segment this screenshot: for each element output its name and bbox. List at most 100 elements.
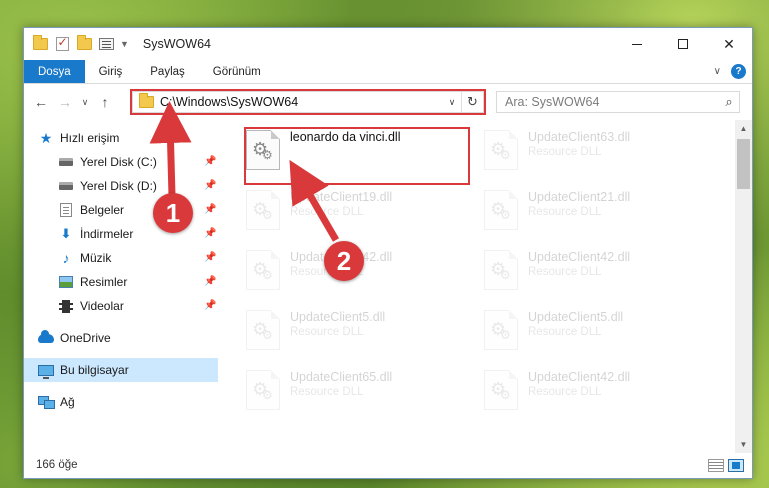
back-button[interactable]: ← bbox=[30, 91, 52, 113]
star-icon: ★ bbox=[39, 129, 53, 146]
address-dropdown-icon[interactable]: ∨ bbox=[443, 97, 461, 108]
sidebar-item-music[interactable]: ♪ Müzik 📌 bbox=[24, 246, 218, 270]
file-item[interactable]: ⚙⚙ UpdateClient42.dll Resource DLL bbox=[480, 366, 710, 414]
download-icon: ⬇ bbox=[60, 226, 72, 241]
file-item[interactable]: ⚙ ⚙ UpdateClient5.dll Resource DLL bbox=[242, 306, 442, 354]
video-icon bbox=[58, 298, 74, 314]
tab-view[interactable]: Görünüm bbox=[199, 60, 275, 83]
file-name: UpdateClient42.dll bbox=[528, 250, 631, 264]
file-item[interactable]: ⚙ ⚙ UpdateClient5.dll Resource DLL bbox=[480, 306, 710, 354]
address-folder-icon bbox=[139, 93, 154, 111]
file-name: UpdateClient5.dll bbox=[290, 310, 386, 324]
pin-icon: 📌 bbox=[204, 156, 217, 167]
close-button[interactable]: ✕ bbox=[706, 28, 752, 60]
large-icons-view-icon[interactable] bbox=[728, 459, 744, 472]
dll-file-icon: ⚙ ⚙ bbox=[484, 370, 518, 410]
recent-locations-chevron-icon[interactable]: ∨ bbox=[78, 91, 92, 113]
main-area: ★ Hızlı erişim Yerel Disk (C:) 📌 Yerel D… bbox=[24, 120, 752, 453]
file-name: leonardo da vinci.dll bbox=[290, 130, 401, 144]
step-badge-2: 2 bbox=[324, 241, 364, 281]
address-bar[interactable]: C:\Windows\SysWOW64 ∨ ↻ bbox=[132, 91, 484, 113]
quick-access-toolbar: ▼ bbox=[24, 35, 129, 52]
vertical-scrollbar[interactable]: ▲ ▼ bbox=[735, 120, 752, 453]
dll-file-icon: ⚙ ⚙ bbox=[246, 190, 280, 230]
sidebar-item-label: Ağ bbox=[60, 395, 75, 409]
window-title: SysWOW64 bbox=[142, 37, 211, 51]
file-item[interactable]: ⚙ ⚙ UpdateClient65.dll Resource DLL bbox=[242, 366, 442, 414]
file-name: UpdateClient19.dll bbox=[290, 190, 393, 204]
dll-file-icon: ⚙ ⚙ bbox=[484, 190, 518, 230]
cloud-icon bbox=[38, 329, 54, 346]
dll-file-icon: ⚙ ⚙ bbox=[246, 130, 280, 170]
file-type: Resource DLL bbox=[528, 326, 602, 338]
search-icon[interactable]: ⌕ bbox=[719, 94, 739, 110]
file-type: Resource DLL bbox=[528, 206, 602, 218]
expand-ribbon-chevron-icon[interactable]: ∨ bbox=[714, 66, 721, 77]
sidebar-item-label: Belgeler bbox=[80, 203, 125, 217]
ribbon-tabs: Dosya Giriş Paylaş Görünüm ∨ ? bbox=[24, 60, 752, 84]
maximize-button[interactable] bbox=[660, 28, 706, 60]
up-button[interactable]: ↑ bbox=[94, 91, 116, 113]
title-bar: ▼ SysWOW64 ✕ bbox=[24, 28, 752, 60]
file-item-highlighted[interactable]: ⚙ ⚙ leonardo da vinci.dll bbox=[242, 126, 442, 174]
scroll-down-icon[interactable]: ▼ bbox=[735, 436, 752, 453]
file-item[interactable]: ⚙ ⚙ UpdateClient21.dll Resource DLL bbox=[480, 186, 710, 234]
file-item[interactable]: ⚙ ⚙ UpdateClient19.dll Resource DLL bbox=[242, 186, 442, 234]
status-bar: 166 öğe bbox=[24, 452, 752, 478]
file-type: Resource DLL bbox=[528, 146, 602, 158]
sidebar-item-network[interactable]: Ağ bbox=[24, 390, 218, 414]
file-item[interactable]: ⚙ ⚙ UpdateClient63.dll Resource DLL bbox=[480, 126, 710, 174]
file-type: Resource DLL bbox=[528, 386, 602, 398]
sidebar-item-label: Bu bilgisayar bbox=[60, 363, 129, 377]
dll-file-icon: ⚙ ⚙ bbox=[246, 370, 280, 410]
file-name: UpdateClient5.dll bbox=[528, 310, 624, 324]
details-view-icon[interactable] bbox=[708, 459, 724, 472]
sidebar-item-local-disk-c[interactable]: Yerel Disk (C:) 📌 bbox=[24, 150, 218, 174]
sidebar-item-label: İndirmeler bbox=[80, 227, 134, 241]
scrollbar-thumb[interactable] bbox=[737, 139, 750, 189]
sidebar-item-local-disk-d[interactable]: Yerel Disk (D:) 📌 bbox=[24, 174, 218, 198]
item-count: 166 öğe bbox=[36, 459, 78, 471]
dll-file-icon: ⚙ ⚙ bbox=[484, 250, 518, 290]
scroll-up-icon[interactable]: ▲ bbox=[735, 120, 752, 137]
tab-home[interactable]: Giriş bbox=[85, 60, 137, 83]
refresh-icon[interactable]: ↻ bbox=[461, 92, 483, 112]
sidebar-item-this-pc[interactable]: Bu bilgisayar bbox=[24, 358, 218, 382]
computer-icon bbox=[38, 362, 54, 379]
sidebar-item-downloads[interactable]: ⬇ İndirmeler 📌 bbox=[24, 222, 218, 246]
sidebar-item-label: OneDrive bbox=[60, 331, 111, 345]
dll-file-icon: ⚙ ⚙ bbox=[484, 130, 518, 170]
tab-share[interactable]: Paylaş bbox=[136, 60, 199, 83]
minimize-icon bbox=[632, 43, 642, 45]
pin-icon: 📌 bbox=[204, 180, 217, 191]
file-explorer-window: ▼ SysWOW64 ✕ Dosya Giriş Paylaş Görünüm … bbox=[23, 27, 753, 479]
file-type: Resource DLL bbox=[528, 266, 602, 278]
sidebar-item-label: Resimler bbox=[80, 275, 128, 289]
dll-file-icon: ⚙ ⚙ bbox=[246, 310, 280, 350]
new-folder-icon[interactable] bbox=[76, 35, 92, 52]
search-placeholder: Ara: SysWOW64 bbox=[505, 95, 600, 109]
address-path[interactable]: C:\Windows\SysWOW64 bbox=[160, 95, 443, 109]
close-icon: ✕ bbox=[723, 35, 735, 52]
minimize-button[interactable] bbox=[614, 28, 660, 60]
search-input[interactable]: Ara: SysWOW64 ⌕ bbox=[496, 91, 740, 113]
properties-check-icon[interactable] bbox=[54, 35, 70, 52]
sidebar-item-onedrive[interactable]: OneDrive bbox=[24, 326, 218, 350]
sidebar-item-videos[interactable]: Videolar 📌 bbox=[24, 294, 218, 318]
disk-icon bbox=[58, 154, 74, 170]
tab-file[interactable]: Dosya bbox=[24, 60, 85, 83]
file-item[interactable]: ⚙⚙ UpdateClient42.dll Resource DLL bbox=[480, 246, 710, 294]
sidebar-item-quick-access[interactable]: ★ Hızlı erişim bbox=[24, 126, 218, 150]
sidebar-item-pictures[interactable]: Resimler 📌 bbox=[24, 270, 218, 294]
forward-button[interactable]: → bbox=[54, 91, 76, 113]
file-name: UpdateClient42.dll bbox=[528, 370, 631, 384]
properties-icon[interactable] bbox=[98, 36, 114, 52]
folder-icon[interactable] bbox=[32, 35, 48, 52]
file-type: Resource DLL bbox=[290, 206, 364, 218]
file-name: UpdateClient63.dll bbox=[528, 130, 631, 144]
sidebar-item-label: Yerel Disk (D:) bbox=[80, 179, 157, 193]
file-type: Resource DLL bbox=[290, 386, 364, 398]
customize-toolbar-chevron-icon[interactable]: ▼ bbox=[120, 39, 129, 49]
help-icon[interactable]: ? bbox=[731, 64, 746, 79]
sidebar-item-label: Hızlı erişim bbox=[60, 131, 120, 145]
